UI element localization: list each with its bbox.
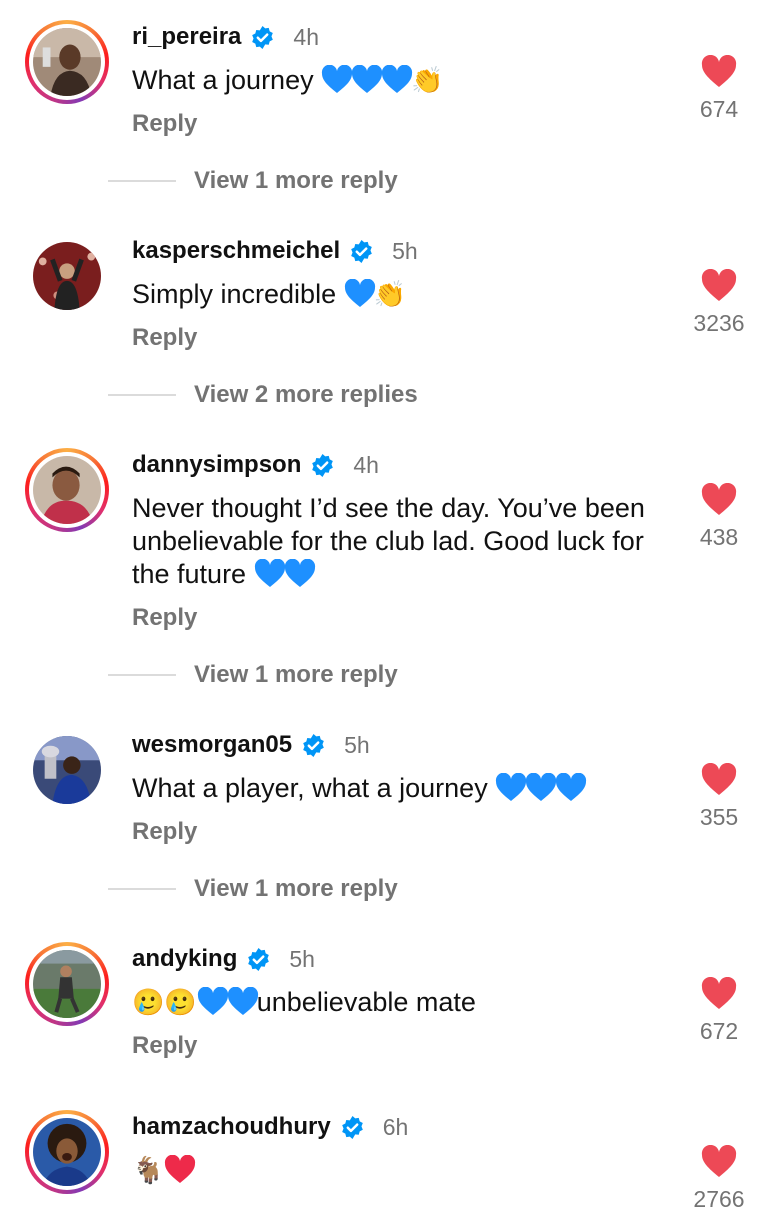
blue-heart-icon — [381, 65, 413, 94]
verified-badge-icon — [301, 733, 326, 758]
username[interactable]: dannysimpson — [132, 451, 301, 479]
divider-line — [108, 674, 176, 676]
avatar[interactable] — [25, 20, 109, 104]
timestamp: 5h — [392, 237, 418, 264]
like-heart-icon[interactable] — [701, 763, 737, 796]
verified-badge-icon — [250, 25, 275, 50]
like-heart-icon[interactable] — [701, 1145, 737, 1178]
avatar[interactable] — [25, 728, 109, 812]
comment-text: 🐐 — [132, 1154, 672, 1188]
blue-heart-icon — [495, 773, 527, 802]
reply-button[interactable]: Reply — [132, 324, 197, 352]
like-heart-icon[interactable] — [701, 55, 737, 88]
view-replies-label: View 1 more reply — [194, 875, 398, 902]
view-replies-label: View 1 more reply — [194, 661, 398, 688]
username[interactable]: kasperschmeichel — [132, 237, 340, 265]
timestamp: 6h — [382, 1113, 409, 1140]
teary-face-icon: 🥲 — [132, 988, 165, 1018]
blue-heart-icon — [525, 773, 557, 802]
blue-heart-icon — [197, 987, 229, 1016]
view-replies-label: View 1 more reply — [194, 167, 398, 194]
like-heart-icon[interactable] — [701, 977, 737, 1010]
like-heart-icon[interactable] — [701, 269, 737, 302]
username[interactable]: ri_pereira — [132, 23, 241, 51]
avatar[interactable] — [25, 1110, 109, 1194]
username[interactable]: andyking — [132, 945, 237, 973]
clap-icon: 👏 — [373, 280, 406, 310]
blue-heart-icon — [344, 279, 376, 308]
like-count: 672 — [699, 1018, 739, 1044]
divider-line — [108, 888, 176, 890]
username[interactable]: hamzachoudhury — [132, 1113, 331, 1141]
comment-text: Simply incredible 👏 — [132, 279, 406, 310]
username[interactable]: wesmorgan05 — [132, 731, 292, 759]
reply-button[interactable]: Reply — [132, 604, 197, 632]
comment-text: Never thought I’d see the day. You’ve be… — [132, 493, 645, 589]
goat-icon: 🐐 — [132, 1156, 165, 1186]
avatar[interactable] — [25, 234, 109, 318]
divider-line — [108, 180, 176, 182]
view-replies-button[interactable]: View 1 more reply — [108, 874, 398, 904]
timestamp: 4h — [293, 23, 319, 50]
avatar[interactable] — [25, 942, 109, 1026]
like-count: 3236 — [693, 310, 745, 336]
verified-badge-icon — [349, 239, 374, 264]
avatar[interactable] — [25, 448, 109, 532]
blue-heart-icon — [254, 559, 286, 588]
clap-icon: 👏 — [411, 66, 444, 96]
like-heart-icon[interactable] — [701, 483, 737, 516]
timestamp: 4h — [353, 451, 379, 478]
reply-button[interactable]: Reply — [132, 110, 197, 138]
verified-badge-icon — [310, 453, 335, 478]
like-count: 674 — [699, 96, 739, 122]
comment-text: What a player, what a journey — [132, 772, 672, 805]
blue-heart-icon — [555, 773, 587, 802]
view-replies-label: View 2 more replies — [194, 381, 418, 408]
blue-heart-icon — [227, 987, 259, 1016]
verified-badge-icon — [340, 1115, 365, 1140]
blue-heart-icon — [284, 559, 316, 588]
divider-line — [108, 394, 176, 396]
view-replies-button[interactable]: View 1 more reply — [108, 660, 398, 690]
comment-text: 🥲🥲 unbelievable mate — [132, 987, 476, 1018]
view-replies-button[interactable]: View 2 more replies — [108, 380, 418, 410]
blue-heart-icon — [351, 65, 383, 94]
verified-badge-icon — [246, 947, 271, 972]
timestamp: 5h — [289, 945, 315, 972]
red-heart-icon — [164, 1155, 196, 1184]
comment-text: What a journey 👏 — [132, 65, 444, 96]
like-count: 438 — [699, 524, 739, 550]
reply-button[interactable]: Reply — [132, 818, 197, 846]
view-replies-button[interactable]: View 1 more reply — [108, 166, 398, 196]
teary-face-icon: 🥲 — [164, 988, 197, 1018]
like-count: 355 — [699, 804, 739, 830]
reply-button[interactable]: Reply — [132, 1032, 197, 1060]
timestamp: 5h — [344, 731, 370, 758]
blue-heart-icon — [321, 65, 353, 94]
